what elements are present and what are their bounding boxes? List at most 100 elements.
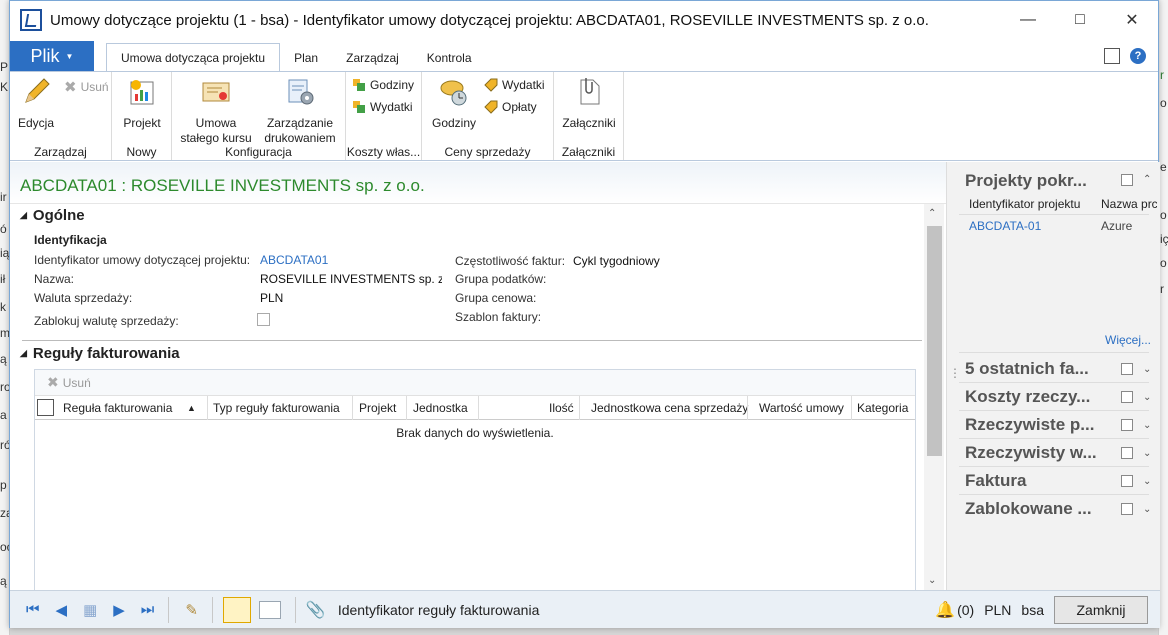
currency-value[interactable]: PLN — [260, 291, 283, 305]
close-window-button[interactable]: ✕ — [1106, 1, 1158, 39]
factbox-pane-title[interactable]: 5 ostatnich fa... — [965, 359, 1089, 379]
group-koszty: Godziny Wydatki Koszty włas... — [346, 72, 422, 160]
tab-umowa[interactable]: Umowa dotycząca projektu — [106, 43, 281, 71]
price-expenses-button[interactable]: Wydatki — [484, 78, 545, 92]
col-contract-value[interactable]: Wartość umowy — [759, 401, 844, 415]
factbox-divider — [959, 466, 1149, 467]
file-menu-button[interactable]: Plik ▼ — [10, 41, 94, 71]
maximize-button[interactable]: □ — [1054, 1, 1106, 39]
factbox-divider — [959, 352, 1149, 353]
chevron-up-icon[interactable]: ⌃ — [928, 208, 936, 219]
factbox-pane: Projekty pokr... ⌃ Identyfikator projekt… — [946, 162, 1160, 592]
factbox-settings-icon[interactable] — [1121, 363, 1133, 375]
group-konfiguracja: Umowa stałego kursu Zarządzanie drukowan… — [172, 72, 346, 160]
factbox-pane-title[interactable]: Faktura — [965, 471, 1026, 491]
col-quantity[interactable]: Ilość — [549, 401, 574, 415]
pane-splitter-grip[interactable]: ⋮ — [949, 366, 961, 380]
col-unit[interactable]: Jednostka — [413, 401, 468, 415]
factbox-projects-title[interactable]: Projekty pokr... — [965, 171, 1087, 191]
app-icon — [20, 9, 42, 31]
notifications-count: (0) — [957, 602, 975, 618]
lock-currency-checkbox[interactable] — [257, 313, 270, 326]
cost-expenses-button[interactable]: Wydatki — [352, 100, 413, 114]
next-record-icon[interactable]: ▶ — [113, 601, 125, 619]
invoice-frequency-value[interactable]: Cykl tygodniowy — [573, 254, 660, 268]
scrollbar-thumb[interactable] — [927, 226, 942, 456]
price-fees-button[interactable]: Opłaty — [484, 100, 537, 114]
name-value[interactable]: ROSEVILLE INVESTMENTS sp. z o.c — [260, 272, 442, 286]
tab-plan[interactable]: Plan — [280, 45, 332, 71]
tab-zarzadzaj[interactable]: Zarządzaj — [332, 45, 413, 71]
previous-record-icon[interactable]: ◀ — [56, 601, 68, 619]
col-unit-price[interactable]: Jednostkowa cena sprzedaży — [591, 401, 748, 415]
edit-button[interactable]: Edycja — [16, 76, 56, 131]
factbox-settings-icon[interactable] — [1121, 174, 1133, 186]
group-label: Ceny sprzedaży — [444, 145, 531, 159]
edit-pencil-icon[interactable]: ✎ — [185, 601, 198, 619]
factbox-settings-icon[interactable] — [1121, 503, 1133, 515]
col-billing-rule[interactable]: Reguła fakturowania — [63, 401, 172, 415]
grid-layout-icon[interactable] — [258, 600, 281, 619]
chevron-down-icon[interactable]: ⌄ — [1143, 476, 1151, 487]
chevron-down-icon[interactable]: ⌄ — [928, 575, 936, 586]
delete-button[interactable]: ✖ Usuń — [64, 78, 109, 96]
bell-icon: 🔔 — [935, 602, 956, 619]
minimize-button[interactable]: — — [1002, 1, 1054, 39]
chevron-up-icon[interactable]: ⌃ — [1143, 174, 1151, 185]
price-hours-button[interactable]: Godziny — [428, 76, 480, 131]
chevron-down-icon[interactable]: ⌄ — [1143, 420, 1151, 431]
vertical-scrollbar[interactable]: ⌃ ⌄ — [924, 204, 944, 590]
chevron-down-icon[interactable]: ⌄ — [1143, 392, 1151, 403]
divider — [211, 596, 213, 623]
factbox-pane-title[interactable]: Rzeczywiste p... — [965, 415, 1094, 435]
tax-group-label: Grupa podatków: — [455, 272, 547, 286]
factbox-settings-icon[interactable] — [1121, 391, 1133, 403]
layout-icon[interactable] — [1104, 48, 1120, 64]
grid-delete-button[interactable]: Usuń — [63, 376, 91, 390]
first-record-icon[interactable]: ⏮ — [26, 601, 40, 618]
attachment-icon[interactable]: 📎 — [306, 600, 326, 620]
fixed-rate-label: Umowa stałego kursu — [180, 116, 252, 145]
last-record-icon[interactable]: ⏭ — [141, 601, 155, 618]
print-management-button[interactable]: Zarządzanie drukowaniem — [260, 76, 340, 146]
factbox-project-id-value[interactable]: ABCDATA-01 — [969, 219, 1041, 233]
help-icon[interactable]: ? — [1130, 48, 1146, 64]
contract-id-value[interactable]: ABCDATA01 — [260, 253, 328, 267]
grid-view-icon[interactable]: ▦ — [83, 601, 97, 619]
details-view-icon[interactable] — [222, 596, 251, 623]
cost-hours-button[interactable]: Godziny — [352, 78, 414, 92]
bg-fragment: ą — [0, 352, 7, 366]
tab-kontrola[interactable]: Kontrola — [413, 45, 486, 71]
bg-fragment: o — [1160, 256, 1167, 270]
factbox-settings-icon[interactable] — [1121, 419, 1133, 431]
close-button[interactable]: Zamknij — [1054, 596, 1148, 624]
form-content: ABCDATA01 : ROSEVILLE INVESTMENTS sp. z … — [10, 162, 946, 592]
select-all-checkbox[interactable] — [37, 399, 54, 416]
factbox-pane-title[interactable]: Rzeczywisty w... — [965, 443, 1097, 463]
factbox-col-project-id: Identyfikator projektu — [969, 197, 1081, 211]
col-category[interactable]: Kategoria — [857, 401, 908, 415]
factbox-settings-icon[interactable] — [1121, 447, 1133, 459]
status-company[interactable]: bsa — [1021, 602, 1044, 618]
chevron-down-icon[interactable]: ⌄ — [1143, 448, 1151, 459]
col-project[interactable]: Projekt — [359, 401, 396, 415]
factbox-pane-title[interactable]: Zablokowane ... — [965, 499, 1092, 519]
fasttab-general[interactable]: Ogólne — [20, 207, 85, 224]
ribbon-tabs: Plik ▼ Umowa dotycząca projektu Plan Zarz… — [10, 39, 1158, 71]
chevron-down-icon[interactable]: ⌄ — [1143, 504, 1151, 515]
bg-fragment: ó — [0, 222, 7, 236]
status-currency[interactable]: PLN — [984, 602, 1011, 618]
factbox-pane-title[interactable]: Koszty rzeczy... — [965, 387, 1090, 407]
chevron-down-icon[interactable]: ⌄ — [1143, 364, 1151, 375]
fasttab-billing-rules[interactable]: Reguły fakturowania — [20, 345, 180, 362]
factbox-divider — [959, 382, 1149, 383]
billing-rules-grid: ✖ Usuń Reguła fakturowania ▲ Typ reguły … — [34, 369, 916, 591]
factbox-settings-icon[interactable] — [1121, 475, 1133, 487]
attachments-button[interactable]: Załączniki — [558, 76, 620, 131]
notifications-button[interactable]: 🔔 (0) — [935, 600, 974, 620]
fixed-rate-button[interactable]: Umowa stałego kursu — [178, 76, 254, 146]
factbox-more-link[interactable]: Więcej... — [1105, 333, 1151, 347]
grid-header: Reguła fakturowania ▲ Typ reguły fakturo… — [35, 396, 915, 420]
new-project-button[interactable]: Projekt — [120, 76, 164, 131]
col-rule-type[interactable]: Typ reguły fakturowania — [213, 401, 340, 415]
